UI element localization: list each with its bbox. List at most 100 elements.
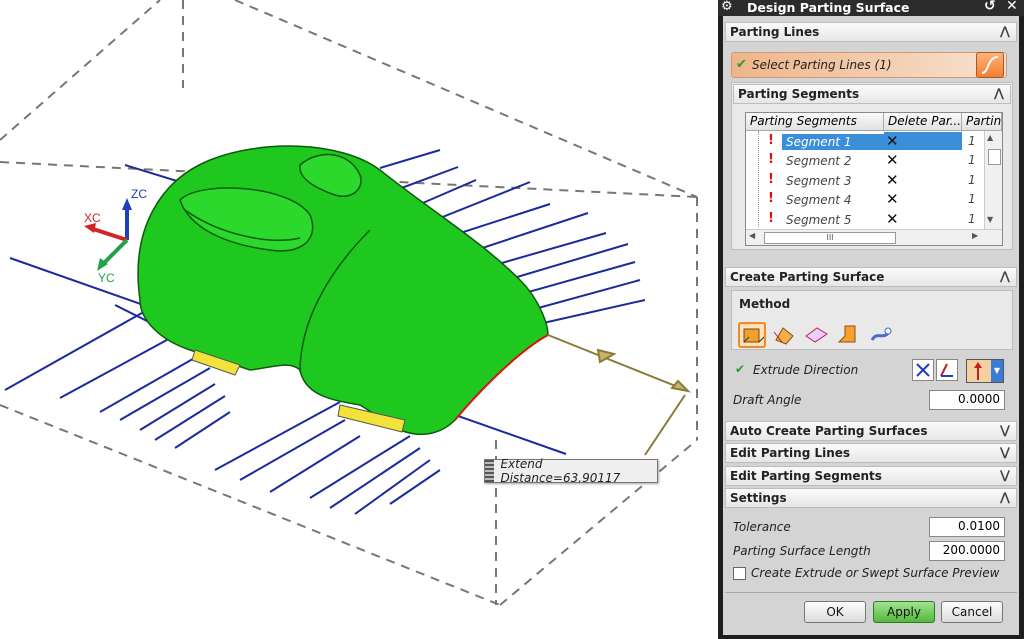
- section-parting-lines[interactable]: Parting Lines ⋀: [725, 22, 1017, 42]
- segment-name: Segment 3: [786, 174, 852, 188]
- warning-icon: !: [768, 152, 774, 167]
- parting-surface-length-field[interactable]: 200.0000: [929, 541, 1005, 561]
- apply-button[interactable]: Apply: [873, 601, 935, 623]
- chevron-left-icon[interactable]: ◀: [749, 231, 755, 240]
- yc-axis-label: YC: [98, 271, 115, 285]
- delete-icon[interactable]: ✕: [886, 132, 899, 150]
- gear-icon[interactable]: ⚙: [721, 0, 733, 14]
- grip-icon: [485, 460, 495, 482]
- delete-icon[interactable]: ✕: [886, 151, 899, 169]
- section-settings[interactable]: Settings ⋀: [725, 488, 1017, 508]
- delete-icon[interactable]: ✕: [886, 190, 899, 208]
- vertical-scrollbar[interactable]: ▲ ▼: [984, 131, 1002, 229]
- extrude-direction-label: Extrude Direction: [753, 363, 859, 377]
- table-row[interactable]: ! Segment 3 ✕ 1: [746, 171, 984, 190]
- col-header[interactable]: Partin: [962, 113, 1002, 131]
- tolerance-field[interactable]: 0.0100: [929, 517, 1005, 537]
- chevron-down-icon[interactable]: ⋁: [1000, 468, 1010, 482]
- zc-axis-label: ZC: [131, 187, 147, 201]
- segment-value: 1: [968, 134, 976, 148]
- dialog-title: Design Parting Surface: [747, 0, 910, 15]
- chevron-down-icon[interactable]: ⋁: [1000, 423, 1010, 437]
- segment-value: 1: [968, 173, 976, 187]
- dialog-titlebar[interactable]: ⚙ Design Parting Surface ↺ ✕: [718, 0, 1024, 16]
- extend-distance-handle[interactable]: Extend Distance=63.90117: [484, 457, 658, 485]
- chevron-up-icon[interactable]: ⋀: [1000, 24, 1010, 38]
- table-row[interactable]: ! Segment 2 ✕ 1: [746, 151, 984, 170]
- section-edit-parting-lines[interactable]: Edit Parting Lines ⋁: [725, 443, 1017, 463]
- xc-axis-label: XC: [84, 211, 101, 225]
- swept-method-button[interactable]: [771, 322, 799, 348]
- section-label: Create Parting Surface: [730, 270, 885, 284]
- offset-icon: [870, 327, 892, 341]
- extrude-direction-arrow: [547, 334, 691, 456]
- extend-distance-label: Extend Distance=63.90117: [500, 457, 621, 485]
- parting-segments-table[interactable]: Parting Segments Delete Par... Partin ! …: [745, 112, 1003, 246]
- section-edit-parting-segments[interactable]: Edit Parting Segments ⋁: [725, 466, 1017, 486]
- tolerance-label: Tolerance: [733, 520, 791, 534]
- warning-icon: !: [768, 211, 774, 226]
- draft-angle-label: Draft Angle: [733, 393, 802, 407]
- delete-icon[interactable]: ✕: [886, 210, 899, 228]
- curve-icon: [981, 56, 999, 74]
- check-icon: ✔: [735, 362, 746, 376]
- delete-icon[interactable]: ✕: [886, 171, 899, 189]
- col-header[interactable]: Delete Par...: [884, 113, 962, 131]
- direction-dropdown[interactable]: ▼: [966, 359, 1004, 383]
- section-label: Edit Parting Lines: [730, 446, 851, 460]
- wcs-triad-icon: [84, 198, 132, 271]
- curve-select-button[interactable]: [976, 52, 1004, 78]
- segment-value: 1: [968, 153, 976, 167]
- segment-value: 1: [968, 212, 976, 226]
- swept-icon: [773, 327, 794, 345]
- segment-value: 1: [968, 192, 976, 206]
- chevron-down-icon[interactable]: ▼: [991, 360, 1003, 382]
- reverse-direction-button[interactable]: [912, 359, 934, 381]
- design-parting-surface-dialog: ⚙ Design Parting Surface ↺ ✕ Parting Lin…: [718, 0, 1024, 639]
- reset-icon[interactable]: ↺: [984, 0, 996, 14]
- chevron-down-icon[interactable]: ⋁: [1000, 445, 1010, 459]
- preview-checkbox[interactable]: [733, 567, 746, 580]
- warning-icon: !: [768, 191, 774, 206]
- section-label: Auto Create Parting Surfaces: [730, 424, 928, 438]
- scroll-thumb[interactable]: III: [764, 232, 896, 244]
- offset-method-button[interactable]: [868, 322, 896, 348]
- segment-name: Segment 2: [786, 154, 852, 168]
- table-row[interactable]: ! Segment 1 ✕ 1: [746, 132, 984, 151]
- chevron-up-icon[interactable]: ⋀: [1000, 269, 1010, 283]
- bounded-plane-method-button[interactable]: [803, 322, 831, 348]
- scroll-thumb[interactable]: [988, 149, 1001, 165]
- chevron-up-icon[interactable]: ⋀: [1000, 490, 1010, 504]
- table-row[interactable]: ! Segment 5 ✕ 1: [746, 210, 984, 229]
- chevron-up-icon[interactable]: ▲: [987, 133, 993, 142]
- chevron-down-icon[interactable]: ▼: [987, 215, 993, 224]
- table-row[interactable]: ! Segment 4 ✕ 1: [746, 190, 984, 209]
- select-parting-lines-row[interactable]: ✔ Select Parting Lines (1): [731, 52, 1007, 78]
- section-label: Edit Parting Segments: [730, 469, 882, 483]
- warning-icon: !: [768, 172, 774, 187]
- close-icon[interactable]: ✕: [1006, 0, 1018, 14]
- section-create-parting-surface[interactable]: Create Parting Surface ⋀: [725, 267, 1017, 287]
- chevron-up-icon[interactable]: ⋀: [994, 86, 1004, 100]
- horizontal-scrollbar[interactable]: ◀ III ▶: [746, 229, 1002, 245]
- section-auto-create-parting-surfaces[interactable]: Auto Create Parting Surfaces ⋁: [725, 421, 1017, 441]
- vector-dialog-button[interactable]: [936, 359, 958, 381]
- section-parting-segments[interactable]: Parting Segments ⋀: [733, 84, 1011, 104]
- method-label: Method: [739, 297, 791, 311]
- extrude-method-button[interactable]: [738, 322, 766, 348]
- chevron-right-icon[interactable]: ▶: [972, 231, 978, 240]
- parting-surface-length-label: Parting Surface Length: [733, 544, 871, 558]
- extrude-icon: [743, 328, 765, 343]
- col-header[interactable]: Parting Segments: [746, 113, 884, 131]
- ok-button[interactable]: OK: [804, 601, 866, 623]
- section-label: Parting Lines: [730, 25, 820, 39]
- draft-angle-field[interactable]: 0.0000: [929, 390, 1005, 410]
- divider: [725, 592, 1017, 593]
- segment-name: Segment 1: [782, 134, 920, 150]
- extended-surface-method-button[interactable]: [835, 322, 863, 348]
- preview-checkbox-label: Create Extrude or Swept Surface Preview: [751, 566, 1000, 580]
- cancel-button[interactable]: Cancel: [941, 601, 1003, 623]
- graphics-viewport[interactable]: ZC XC YC Extend Distance=63.90117: [0, 0, 718, 639]
- warning-icon: !: [768, 133, 774, 148]
- direction-arrow-icon: [974, 362, 982, 380]
